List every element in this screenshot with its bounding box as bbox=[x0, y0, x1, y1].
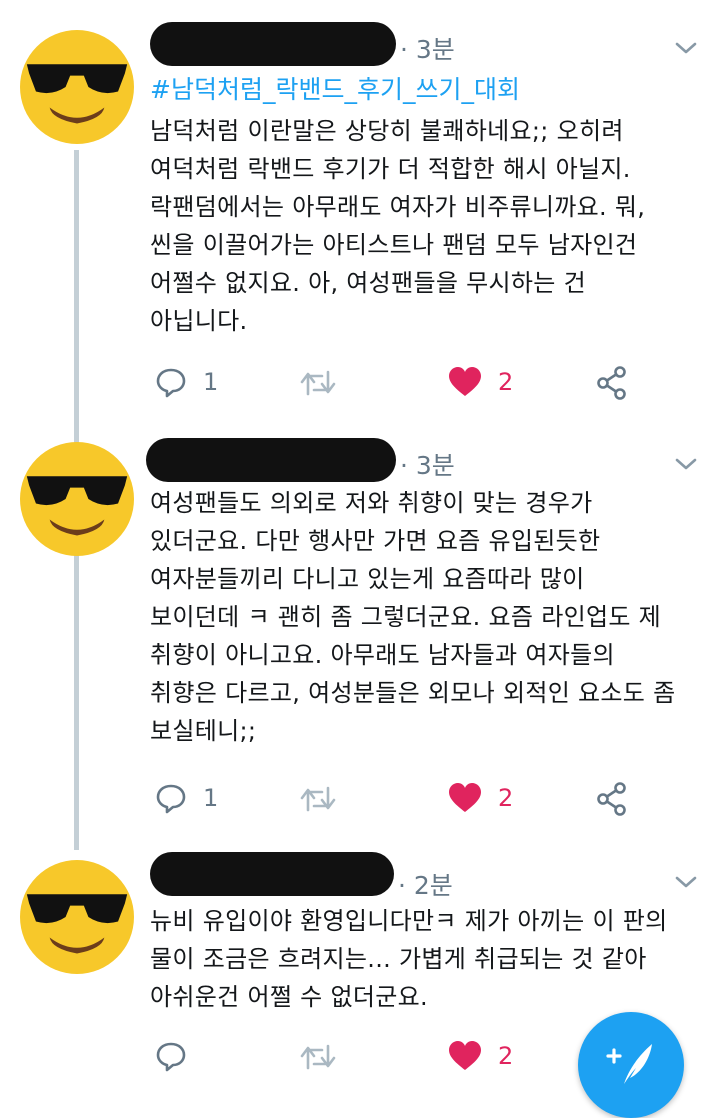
tweet-text-line: 남덕처럼 이란말은 상당히 불쾌하네요;; 오히려 bbox=[150, 117, 624, 145]
tweet-text-line: 보이던데 ㅋ 괜히 좀 그렇더군요. 요즘 라인업도 제 bbox=[150, 603, 662, 631]
author-name-redacted[interactable] bbox=[146, 438, 396, 482]
tweet-timestamp: · 3분 bbox=[400, 451, 455, 480]
chevron-down-icon[interactable] bbox=[674, 874, 698, 890]
tweet-timestamp: · 2분 bbox=[398, 871, 453, 900]
reply-button[interactable]: 1 bbox=[155, 782, 218, 814]
heart-icon bbox=[449, 367, 481, 396]
like-button[interactable]: 2 bbox=[448, 1040, 513, 1072]
tweet-text-line: 있더군요. 다만 행사만 가면 요즘 유입된듯한 bbox=[150, 527, 601, 555]
compose-tweet-button[interactable] bbox=[578, 1012, 684, 1118]
chevron-down-icon[interactable] bbox=[674, 456, 698, 472]
tweet-text-line: 취향이 아니고요. 아무래도 남자들과 여자들의 bbox=[150, 641, 615, 669]
reply-icon bbox=[156, 784, 186, 814]
reply-count: 1 bbox=[203, 784, 219, 812]
avatar[interactable] bbox=[20, 442, 134, 556]
retweet-button[interactable] bbox=[300, 368, 336, 398]
share-icon[interactable] bbox=[596, 366, 628, 400]
heart-icon bbox=[449, 783, 481, 812]
hashtag-link[interactable]: #남덕처럼_락밴드_후기_쓰기_대회 bbox=[150, 70, 520, 106]
retweet-button[interactable] bbox=[300, 784, 336, 814]
tweet-text-line: 어쩔수 없지요. 아, 여성팬들을 무시하는 건 bbox=[150, 269, 586, 297]
reply-button[interactable]: 1 bbox=[155, 366, 218, 398]
heart-icon bbox=[449, 1041, 481, 1070]
tweet-text-line: 여성팬들도 의외로 저와 취향이 맞는 경우가 bbox=[150, 489, 593, 517]
avatar[interactable] bbox=[20, 30, 134, 144]
like-button[interactable]: 2 bbox=[448, 366, 513, 398]
tweet[interactable]: · 3분 여성팬들도 의외로 저와 취향이 맞는 경우가 있더군요. 다만 행사… bbox=[0, 420, 720, 838]
tweet[interactable]: · 3분 #남덕처럼_락밴드_후기_쓰기_대회 남덕처럼 이란말은 상당히 불쾌… bbox=[0, 0, 720, 420]
reply-icon bbox=[156, 368, 186, 398]
tweet-text-line: 여자분들끼리 다니고 있는게 요즘따라 많이 bbox=[150, 565, 585, 593]
tweet-text: 뉴비 유입이야 환영입니다만ㅋ 제가 아끼는 이 판의 물이 조금은 흐려지는.… bbox=[150, 902, 668, 1016]
reply-count: 1 bbox=[203, 368, 219, 396]
tweet-text-line: 아쉬운건 어쩔 수 없더군요. bbox=[150, 983, 428, 1011]
reply-icon bbox=[156, 1042, 186, 1072]
like-count: 2 bbox=[498, 784, 514, 812]
avatar[interactable] bbox=[20, 860, 134, 974]
tweet-text-line: 물이 조금은 흐려지는... 가볍게 취급되는 것 같아 bbox=[150, 945, 647, 973]
tweet-text-line: 취향은 다르고, 여성분들은 외모나 외적인 요소도 좀 bbox=[150, 679, 676, 707]
tweet-text-line: 보실테니;; bbox=[150, 717, 257, 745]
tweet-text-line: 뉴비 유입이야 환영입니다만ㅋ 제가 아끼는 이 판의 bbox=[150, 907, 668, 935]
chevron-down-icon[interactable] bbox=[674, 40, 698, 56]
author-name-redacted[interactable] bbox=[150, 22, 396, 66]
reply-button[interactable] bbox=[155, 1040, 203, 1072]
retweet-icon bbox=[300, 1044, 336, 1070]
like-count: 2 bbox=[498, 368, 514, 396]
like-button[interactable]: 2 bbox=[448, 782, 513, 814]
retweet-icon bbox=[300, 786, 336, 812]
tweet-text-line: 락팬덤에서는 아무래도 여자가 비주류니까요. 뭐, bbox=[150, 193, 646, 221]
tweet-text-line: 씬을 이끌어가는 아티스트나 팬덤 모두 남자인건 bbox=[150, 231, 638, 259]
author-name-redacted[interactable] bbox=[150, 852, 394, 896]
compose-tweet-icon bbox=[606, 1044, 652, 1084]
tweet-text-line: 여덕처럼 락밴드 후기가 더 적합한 해시 아닐지. bbox=[150, 155, 631, 183]
retweet-button[interactable] bbox=[300, 1042, 336, 1072]
tweet-text: 남덕처럼 이란말은 상당히 불쾌하네요;; 오히려 여덕처럼 락밴드 후기가 더… bbox=[150, 112, 645, 340]
tweet-text: 여성팬들도 의외로 저와 취향이 맞는 경우가 있더군요. 다만 행사만 가면 … bbox=[150, 484, 675, 750]
tweet-timestamp: · 3분 bbox=[400, 35, 455, 64]
retweet-icon bbox=[300, 370, 336, 396]
like-count: 2 bbox=[498, 1042, 514, 1070]
tweet-text-line: 아닙니다. bbox=[150, 307, 248, 335]
share-icon[interactable] bbox=[596, 782, 628, 816]
